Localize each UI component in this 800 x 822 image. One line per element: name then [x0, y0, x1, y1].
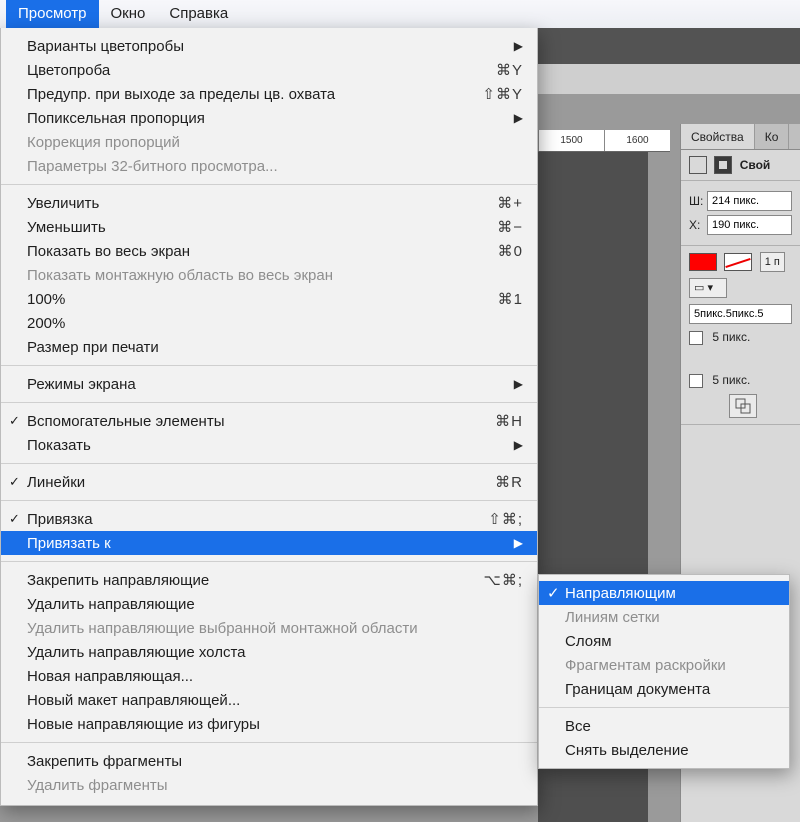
menu-clear-artboard-guides: Удалить направляющие выбранной монтажной…	[1, 616, 537, 640]
menu-100-percent[interactable]: 100% ⌘1	[1, 287, 537, 311]
menu-snap-to[interactable]: Привязать к ▶	[1, 531, 537, 555]
x-field[interactable]	[707, 215, 792, 235]
shortcut: ⌘0	[498, 242, 523, 260]
corner-link-a-checkbox[interactable]	[689, 331, 703, 345]
stroke-width-field[interactable]: 1 п	[760, 252, 785, 272]
menu-proof-setup[interactable]: Варианты цветопробы ▶	[1, 34, 537, 58]
submenu-arrow-icon: ▶	[514, 438, 523, 452]
live-shape-icon	[689, 156, 707, 174]
width-field[interactable]	[707, 191, 792, 211]
submenu-arrow-icon: ▶	[514, 536, 523, 550]
menu-gamut-warning[interactable]: Предупр. при выходе за пределы цв. охват…	[1, 82, 537, 106]
menu-snap[interactable]: ✓ Привязка ⇧⌘;	[1, 507, 537, 531]
submenu-arrow-icon: ▶	[514, 111, 523, 125]
menu-show[interactable]: Показать ▶	[1, 433, 537, 457]
check-icon: ✓	[547, 584, 560, 602]
submenu-arrow-icon: ▶	[514, 39, 523, 53]
menu-fit-artboard: Показать монтажную область во весь экран	[1, 263, 537, 287]
menu-new-guide-layout[interactable]: Новый макет направляющей...	[1, 688, 537, 712]
menu-lock-slices[interactable]: Закрепить фрагменты	[1, 749, 537, 773]
menubar-help[interactable]: Справка	[157, 0, 240, 28]
ruler-tick: 1500	[538, 130, 604, 151]
menu-fit-on-screen[interactable]: Показать во весь экран ⌘0	[1, 239, 537, 263]
tab-properties[interactable]: Свойства	[681, 124, 755, 149]
menu-clear-guides[interactable]: Удалить направляющие	[1, 592, 537, 616]
submenu-all[interactable]: Все	[539, 714, 789, 738]
menubar-window[interactable]: Окно	[99, 0, 158, 28]
menu-pixel-aspect-ratio[interactable]: Попиксельная пропорция ▶	[1, 106, 537, 130]
snap-to-submenu: ✓ Направляющим Линиям сетки Слоям Фрагме…	[538, 574, 790, 769]
submenu-document-bounds[interactable]: Границам документа	[539, 677, 789, 701]
shortcut: ⌘Y	[496, 61, 523, 79]
horizontal-ruler: 1500 1600	[538, 130, 670, 152]
submenu-slices: Фрагментам раскройки	[539, 653, 789, 677]
menu-zoom-out[interactable]: Уменьшить ⌘−	[1, 215, 537, 239]
corner-b-value: 5 пикс.	[712, 373, 750, 387]
menu-extras[interactable]: ✓ Вспомогательные элементы ⌘H	[1, 409, 537, 433]
stroke-align-select[interactable]: ▭ ▾	[689, 278, 727, 298]
corner-link-b-checkbox[interactable]	[689, 374, 703, 388]
check-icon: ✓	[9, 474, 20, 490]
shortcut: ⌘+	[497, 194, 523, 212]
submenu-none[interactable]: Снять выделение	[539, 738, 789, 762]
menu-clear-canvas-guides[interactable]: Удалить направляющие холста	[1, 640, 537, 664]
shortcut: ⌘H	[495, 412, 523, 430]
submenu-arrow-icon: ▶	[514, 377, 523, 391]
mask-icon	[714, 156, 732, 174]
menu-new-guides-from-shape[interactable]: Новые направляющие из фигуры	[1, 712, 537, 736]
menubar: Просмотр Окно Справка	[0, 0, 800, 28]
menu-screen-mode[interactable]: Режимы экрана ▶	[1, 372, 537, 396]
menu-zoom-in[interactable]: Увеличить ⌘+	[1, 191, 537, 215]
menu-rulers[interactable]: ✓ Линейки ⌘R	[1, 470, 537, 494]
fill-swatch[interactable]	[689, 253, 717, 271]
x-label: X:	[689, 218, 707, 232]
submenu-guides[interactable]: ✓ Направляющим	[539, 581, 789, 605]
path-operations-button[interactable]	[729, 394, 757, 418]
menu-print-size[interactable]: Размер при печати	[1, 335, 537, 359]
shortcut: ⌘−	[497, 218, 523, 236]
tab-adjustments[interactable]: Ко	[755, 124, 790, 149]
panel-section-title: Свой	[740, 158, 771, 172]
shortcut: ⇧⌘;	[488, 510, 523, 528]
width-label: Ш:	[689, 194, 707, 208]
shortcut: ⌘R	[495, 473, 523, 491]
view-menu: Варианты цветопробы ▶ Цветопроба ⌘Y Пред…	[0, 28, 538, 806]
ruler-tick: 1600	[604, 130, 670, 151]
menu-clear-slices: Удалить фрагменты	[1, 773, 537, 797]
submenu-grid: Линиям сетки	[539, 605, 789, 629]
menu-32bit-preview-options: Параметры 32-битного просмотра...	[1, 154, 537, 178]
corner-a-value: 5 пикс.	[712, 330, 750, 344]
shortcut: ⌘1	[498, 290, 523, 308]
menubar-view[interactable]: Просмотр	[6, 0, 99, 28]
menu-lock-guides[interactable]: Закрепить направляющие ⌥⌘;	[1, 568, 537, 592]
shortcut: ⌥⌘;	[484, 571, 523, 589]
check-icon: ✓	[9, 413, 20, 429]
submenu-layers[interactable]: Слоям	[539, 629, 789, 653]
menu-proof-colors[interactable]: Цветопроба ⌘Y	[1, 58, 537, 82]
menu-new-guide[interactable]: Новая направляющая...	[1, 664, 537, 688]
check-icon: ✓	[9, 511, 20, 527]
shortcut: ⇧⌘Y	[482, 85, 523, 103]
menu-pixel-aspect-correction: Коррекция пропорций	[1, 130, 537, 154]
panel-tabs: Свойства Ко	[681, 124, 800, 150]
stroke-swatch[interactable]	[724, 253, 752, 271]
menu-200-percent[interactable]: 200%	[1, 311, 537, 335]
corner-preset-field[interactable]	[689, 304, 792, 324]
